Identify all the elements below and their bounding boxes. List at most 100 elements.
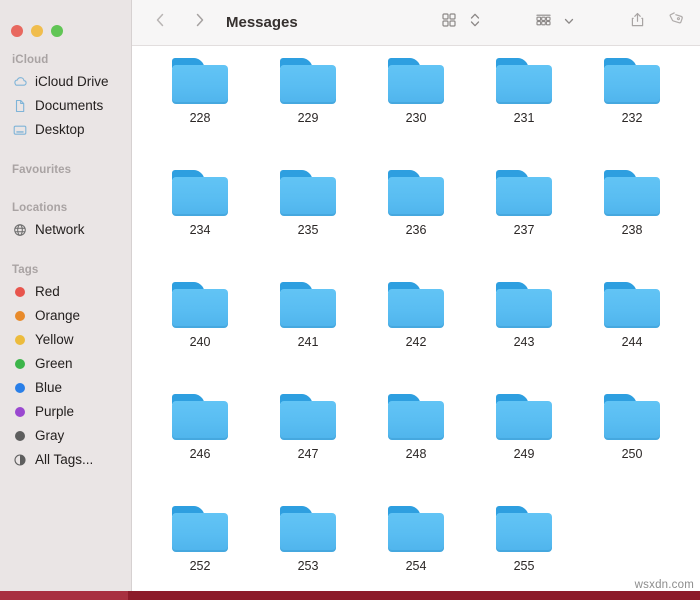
file-item-label: 252	[189, 559, 211, 573]
icon-view-grid-icon	[441, 12, 457, 33]
sidebar-item-all-tags[interactable]: All Tags...	[0, 448, 131, 472]
chevron-right-icon	[193, 11, 207, 34]
file-item[interactable]: 228	[146, 58, 254, 156]
sidebar-item-label: Desktop	[35, 122, 85, 138]
sidebar-item-label: Network	[35, 222, 85, 238]
file-item[interactable]: 232	[578, 58, 686, 156]
sidebar-item-network[interactable]: Network	[0, 218, 131, 242]
file-item[interactable]: 230	[362, 58, 470, 156]
folder-icon	[388, 506, 444, 552]
sidebar-section-locations-title: Locations	[12, 202, 68, 214]
group-by-dropdown-button[interactable]	[556, 10, 582, 36]
chevron-left-icon	[153, 11, 167, 34]
folder-icon	[280, 170, 336, 216]
file-item[interactable]: 234	[146, 170, 254, 268]
tag-dot-icon	[12, 380, 28, 396]
folder-icon	[280, 282, 336, 328]
minimize-button[interactable]	[31, 24, 43, 37]
sidebar-item-icloud-drive[interactable]: iCloud Drive	[0, 70, 131, 94]
file-item[interactable]: 235	[254, 170, 362, 268]
sidebar-item-tag-gray[interactable]: Gray	[0, 424, 131, 448]
file-item-label: 241	[297, 335, 319, 349]
file-item-label: 249	[513, 447, 535, 461]
file-item[interactable]: 253	[254, 506, 362, 600]
sidebar-item-label: Red	[35, 284, 60, 300]
sidebar-item-tag-purple[interactable]: Purple	[0, 400, 131, 424]
sidebar-item-label: Yellow	[35, 332, 74, 348]
folder-icon	[496, 170, 552, 216]
sidebar-item-documents[interactable]: Documents	[0, 94, 131, 118]
folder-icon	[172, 282, 228, 328]
file-item[interactable]: 240	[146, 282, 254, 380]
file-item-label: 244	[621, 335, 643, 349]
maximize-button[interactable]	[51, 24, 63, 37]
group-by-grid-icon	[535, 12, 552, 33]
share-button[interactable]	[624, 10, 650, 36]
file-item[interactable]: 236	[362, 170, 470, 268]
file-grid-container[interactable]: 228 229 230 231 232 234 235 236 237 238 240 241 242 2…	[132, 46, 700, 600]
file-item[interactable]: 229	[254, 58, 362, 156]
tag-dot-icon	[12, 332, 28, 348]
file-item[interactable]: 242	[362, 282, 470, 380]
file-item[interactable]: 241	[254, 282, 362, 380]
folder-icon	[280, 394, 336, 440]
folder-icon	[496, 282, 552, 328]
sidebar-item-label: iCloud Drive	[35, 74, 109, 90]
folder-icon	[280, 58, 336, 104]
page-title: Messages	[226, 14, 298, 31]
sidebar-item-tag-blue[interactable]: Blue	[0, 376, 131, 400]
file-item-label: 228	[189, 111, 211, 125]
group-by-button[interactable]	[530, 10, 556, 36]
sidebar-section-tags-title: Tags	[12, 264, 39, 276]
file-item[interactable]: 246	[146, 394, 254, 492]
file-item-label: 248	[405, 447, 427, 461]
file-item[interactable]: 248	[362, 394, 470, 492]
file-item-label: 238	[621, 223, 643, 237]
sidebar-item-tag-green[interactable]: Green	[0, 352, 131, 376]
file-item[interactable]: 255	[470, 506, 578, 600]
tag-dot-icon	[12, 356, 28, 372]
sidebar-item-tag-yellow[interactable]: Yellow	[0, 328, 131, 352]
sidebar-item-tag-red[interactable]: Red	[0, 280, 131, 304]
file-item-label: 240	[189, 335, 211, 349]
forward-button[interactable]	[186, 9, 214, 37]
file-item[interactable]: 252	[146, 506, 254, 600]
file-item-label: 253	[297, 559, 319, 573]
back-button[interactable]	[146, 9, 174, 37]
close-button[interactable]	[11, 24, 23, 37]
file-item-label: 231	[513, 111, 535, 125]
file-item[interactable]: 238	[578, 170, 686, 268]
file-item[interactable]: 247	[254, 394, 362, 492]
view-stepper-button[interactable]	[462, 10, 488, 36]
file-item[interactable]: 250	[578, 394, 686, 492]
view-mode-button[interactable]	[436, 10, 462, 36]
folder-icon	[172, 170, 228, 216]
file-item[interactable]: 243	[470, 282, 578, 380]
file-item-label: 229	[297, 111, 319, 125]
folder-icon	[496, 58, 552, 104]
file-item[interactable]: 244	[578, 282, 686, 380]
tag-dot-icon	[12, 428, 28, 444]
file-item-label: 246	[189, 447, 211, 461]
file-item-label: 236	[405, 223, 427, 237]
folder-icon	[388, 58, 444, 104]
file-item-label: 242	[405, 335, 427, 349]
sidebar-item-tag-orange[interactable]: Orange	[0, 304, 131, 328]
file-item[interactable]: 249	[470, 394, 578, 492]
watermark: wsxdn.com	[634, 579, 694, 591]
sidebar-item-label: Gray	[35, 428, 65, 444]
chevron-up-down-icon	[469, 11, 481, 34]
tag-button[interactable]	[660, 10, 686, 36]
folder-icon	[388, 170, 444, 216]
file-item[interactable]: 237	[470, 170, 578, 268]
file-item-label: 237	[513, 223, 535, 237]
view-controls	[436, 10, 488, 36]
bottom-bar-left-segment	[0, 591, 128, 600]
file-item-label: 232	[621, 111, 643, 125]
file-item[interactable]: 254	[362, 506, 470, 600]
sidebar-section-favourites-title: Favourites	[12, 164, 72, 176]
sidebar-item-desktop[interactable]: Desktop	[0, 118, 131, 142]
file-item[interactable]: 231	[470, 58, 578, 156]
sidebar: iCloud iCloud Drive Documents Desktop Fa…	[0, 0, 132, 600]
file-item-label: 234	[189, 223, 211, 237]
